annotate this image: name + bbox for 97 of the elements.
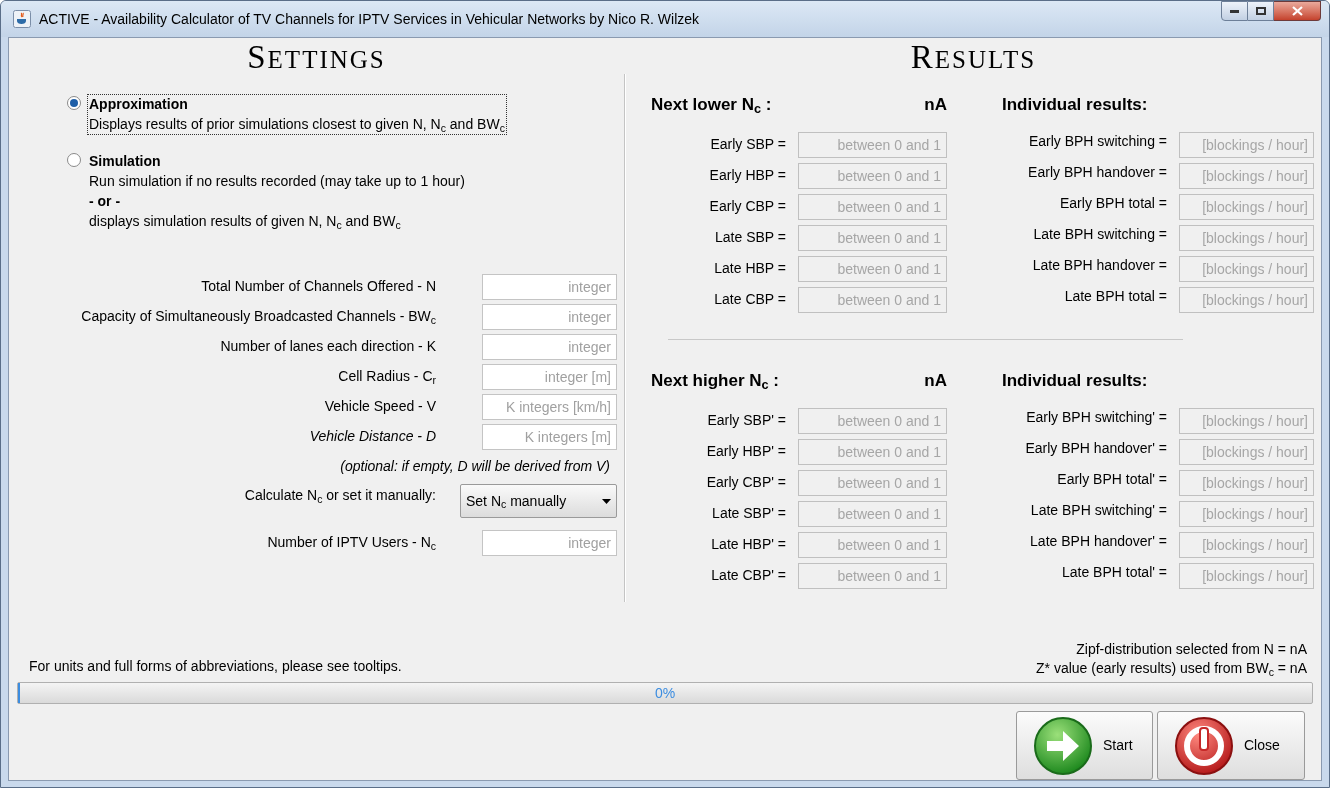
result-label: Early BPH switching' =: [1025, 408, 1168, 427]
output-field[interactable]: between 0 and 1: [798, 131, 947, 158]
field-label: Number of IPTV Users - N$_{c}$: [267, 533, 436, 552]
output-field[interactable]: [blockings / hour]: [1179, 407, 1314, 434]
output-field[interactable]: [blockings / hour]: [1179, 162, 1314, 189]
field-label: Vehicle Distance - D: [309, 427, 436, 446]
close-button[interactable]: [1274, 1, 1321, 21]
maximize-icon: [1255, 7, 1266, 15]
result-label: Early BPH handover =: [1027, 163, 1168, 182]
output-field[interactable]: [blockings / hour]: [1179, 500, 1314, 527]
option-title: Simulation: [89, 152, 161, 171]
output-field[interactable]: [blockings / hour]: [1179, 286, 1314, 313]
close-app-button[interactable]: Close: [1157, 711, 1305, 780]
radio-button[interactable]: [67, 96, 81, 110]
result-label: Late SBP' =: [711, 504, 787, 523]
start-button[interactable]: Start: [1016, 711, 1153, 780]
info-text: Zipf-distribution selected from N = nA: [1076, 640, 1307, 659]
section-heading: Next lower N$_{c}$ :: [651, 94, 772, 118]
output-field[interactable]: between 0 and 1: [798, 224, 947, 251]
output-field[interactable]: [blockings / hour]: [1179, 131, 1314, 158]
coffee-cup-icon: [13, 10, 31, 28]
output-field[interactable]: between 0 and 1: [798, 193, 947, 220]
result-label: Late BPH switching =: [1032, 225, 1168, 244]
input-field[interactable]: integer [m]: [482, 364, 617, 390]
result-label: Late BPH total' =: [1061, 563, 1168, 582]
note-text: (optional: if empty, D will be derived from V): [340, 457, 610, 476]
output-field[interactable]: [blockings / hour]: [1179, 438, 1314, 465]
result-label: Early BPH switching =: [1027, 132, 1168, 151]
output-field[interactable]: [blockings / hour]: [1179, 255, 1314, 282]
maximize-button[interactable]: [1248, 1, 1274, 21]
input-field[interactable]: K integers [km/h]: [482, 394, 617, 420]
caret-icon: [602, 498, 611, 504]
section-heading: Next higher N$_{c}$ :: [651, 370, 779, 394]
result-label: Early HBP =: [708, 166, 787, 185]
result-label: Late BPH switching' =: [1029, 501, 1168, 520]
value-text: nA: [924, 94, 947, 116]
output-field[interactable]: [blockings / hour]: [1179, 469, 1314, 496]
panel-heading: RESULTS: [910, 38, 1037, 78]
output-field[interactable]: between 0 and 1: [798, 286, 947, 313]
result-label: Early SBP =: [709, 135, 787, 154]
result-label: Late CBP =: [713, 290, 787, 309]
value-text: nA: [924, 370, 947, 392]
result-label: Early CBP' =: [705, 473, 787, 492]
result-label: Late CBP' =: [710, 566, 787, 585]
output-field[interactable]: [blockings / hour]: [1179, 562, 1314, 589]
result-label: Late BPH handover =: [1031, 256, 1168, 275]
field-label: Capacity of Simultaneously Broadcasted Channels - BW$_{c}$: [81, 307, 436, 326]
result-label: Late HBP' =: [710, 535, 787, 554]
result-label: Early SBP' =: [706, 411, 787, 430]
field-label: Total Number of Channels Offered - N: [201, 277, 436, 296]
close-icon: [1291, 6, 1303, 16]
result-label: Late BPH handover' =: [1029, 532, 1168, 551]
input-field[interactable]: K integers [m]: [482, 424, 617, 450]
minimize-button[interactable]: [1221, 1, 1248, 21]
result-label: Early HBP' =: [705, 442, 787, 461]
option-title: Approximation: [89, 95, 188, 114]
input-field[interactable]: integer: [482, 274, 617, 300]
field-label: Number of lanes each direction - K: [220, 337, 436, 356]
output-field[interactable]: between 0 and 1: [798, 438, 947, 465]
result-label: Early BPH total =: [1059, 194, 1168, 213]
input-field[interactable]: integer: [482, 530, 617, 556]
result-label: Early CBP =: [708, 197, 787, 216]
panel-heading: SETTINGS: [247, 38, 386, 78]
output-field[interactable]: between 0 and 1: [798, 407, 947, 434]
section-heading: Individual results:: [1002, 95, 1148, 114]
hint-text: For units and full forms of abbreviations, please see tooltips.: [29, 657, 402, 676]
window-title: ACTIVE - Availability Calculator of TV Channels for IPTV Services in Vehicular Networks by Nico R. Wilzek: [39, 9, 701, 29]
output-field[interactable]: [blockings / hour]: [1179, 224, 1314, 251]
input-field[interactable]: integer: [482, 304, 617, 330]
result-label: Late BPH total =: [1063, 287, 1168, 306]
output-field[interactable]: [blockings / hour]: [1179, 193, 1314, 220]
result-label: Early BPH total' =: [1056, 470, 1168, 489]
output-field[interactable]: between 0 and 1: [798, 469, 947, 496]
field-label: Calculate N$_{c}$ or set it manually:: [244, 486, 436, 505]
output-field[interactable]: [blockings / hour]: [1179, 531, 1314, 558]
option-description: Displays results of prior simulations closest to given N, N$_{c}$ and BW$_{c}$: [89, 115, 505, 134]
section-heading: Individual results:: [1002, 371, 1148, 390]
field-label: Vehicle Speed - V: [324, 397, 436, 416]
field-label: Cell Radius - C$_{r}$: [338, 367, 436, 386]
output-field[interactable]: between 0 and 1: [798, 255, 947, 282]
input-field[interactable]: integer: [482, 334, 617, 360]
progress-text: 0%: [653, 683, 677, 703]
result-label: Early BPH handover' =: [1024, 439, 1168, 458]
output-field[interactable]: between 0 and 1: [798, 531, 947, 558]
output-field[interactable]: between 0 and 1: [798, 162, 947, 189]
output-field[interactable]: between 0 and 1: [798, 562, 947, 589]
dropdown[interactable]: Set N$_{c}$ manually: [460, 484, 617, 518]
info-text: Z* value (early results) used from BW$_{c}$ = nA: [1036, 659, 1307, 678]
power-icon: [1174, 715, 1234, 776]
radio-button[interactable]: [67, 153, 81, 167]
minimize-icon: [1230, 9, 1239, 13]
option-description: Run simulation if no results recorded (may take up to 1 hour): [89, 172, 465, 191]
option-description: displays simulation results of given N, N$_{c}$ and BW$_{c}$: [89, 212, 401, 231]
output-field[interactable]: between 0 and 1: [798, 500, 947, 527]
option-description: - or -: [89, 192, 121, 211]
result-label: Late HBP =: [713, 259, 787, 278]
result-label: Late SBP =: [714, 228, 787, 247]
